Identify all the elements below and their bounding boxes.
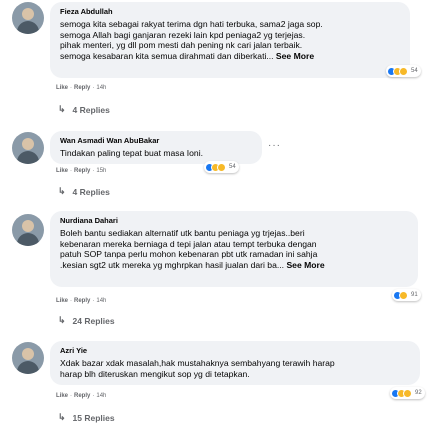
avatar[interactable] [12, 2, 44, 34]
avatar[interactable] [12, 132, 44, 164]
comment-bubble: Fieza Abdullah semoga kita sebagai rakya… [50, 2, 410, 78]
timestamp[interactable]: 14h [96, 298, 106, 304]
view-replies-link[interactable]: ↳ 24 Replies [58, 315, 115, 326]
avatar[interactable] [12, 214, 44, 246]
see-more-link[interactable]: See More [276, 51, 314, 61]
reply-button[interactable]: Reply [74, 168, 90, 174]
sad-reaction-icon [399, 66, 408, 76]
like-button[interactable]: Like [56, 168, 68, 174]
commenter-name[interactable]: Nurdiana Dahari [60, 216, 408, 226]
reaction-summary[interactable]: 91 [392, 289, 421, 301]
timestamp[interactable]: 14h [96, 85, 106, 91]
avatar[interactable] [12, 342, 44, 374]
sad-reaction-icon [217, 162, 226, 172]
like-button[interactable]: Like [56, 393, 68, 399]
comment-text: semoga kita sebagai rakyat terima dgn ha… [60, 19, 323, 61]
like-button[interactable]: Like [56, 298, 68, 304]
reply-arrow-icon: ↳ [58, 186, 66, 196]
reaction-summary[interactable]: 54 [204, 161, 239, 173]
view-replies-link[interactable]: ↳ 4 Replies [58, 104, 110, 115]
view-replies-link[interactable]: ↳ 15 Replies [58, 412, 115, 423]
comment-text: Boleh bantu sediakan alternatif utk bant… [60, 228, 325, 270]
see-more-link[interactable]: See More [286, 260, 324, 270]
reply-button[interactable]: Reply [74, 298, 90, 304]
commenter-name[interactable]: Azri Yie [60, 346, 410, 356]
comment-bubble: Azri Yie Xdak bazar xdak masalah,hak mus… [50, 341, 420, 385]
comment-bubble: Nurdiana Dahari Boleh bantu sediakan alt… [50, 211, 418, 287]
reply-button[interactable]: Reply [74, 393, 90, 399]
reaction-summary[interactable]: 92 [390, 387, 425, 399]
comment-meta: Like · Reply · 14h [56, 298, 107, 304]
comment-bubble: Wan Asmadi Wan AbuBakar Tindakan paling … [50, 131, 262, 164]
reaction-summary[interactable]: 54 [386, 65, 421, 77]
comment-meta: Like · Reply · 15h [56, 168, 107, 174]
commenter-name[interactable]: Fieza Abdullah [60, 7, 400, 17]
commenter-name[interactable]: Wan Asmadi Wan AbuBakar [60, 136, 252, 146]
more-options-icon[interactable]: ··· [268, 140, 281, 151]
timestamp[interactable]: 14h [96, 393, 106, 399]
view-replies-link[interactable]: ↳ 4 Replies [58, 186, 110, 197]
comment-text: Tindakan paling tepat buat masa Ioni. [60, 148, 204, 158]
like-button[interactable]: Like [56, 85, 68, 91]
reply-arrow-icon: ↳ [58, 412, 66, 422]
reply-arrow-icon: ↳ [58, 104, 66, 114]
comment-text: Xdak bazar xdak masalah,hak mustahaknya … [60, 358, 335, 379]
care-reaction-icon [399, 290, 408, 300]
reply-arrow-icon: ↳ [58, 315, 66, 325]
care-reaction-icon [403, 388, 412, 398]
reply-button[interactable]: Reply [74, 85, 90, 91]
comment-meta: Like · Reply · 14h [56, 85, 107, 91]
timestamp[interactable]: 15h [96, 168, 106, 174]
comment-meta: Like · Reply · 14h [56, 393, 107, 399]
